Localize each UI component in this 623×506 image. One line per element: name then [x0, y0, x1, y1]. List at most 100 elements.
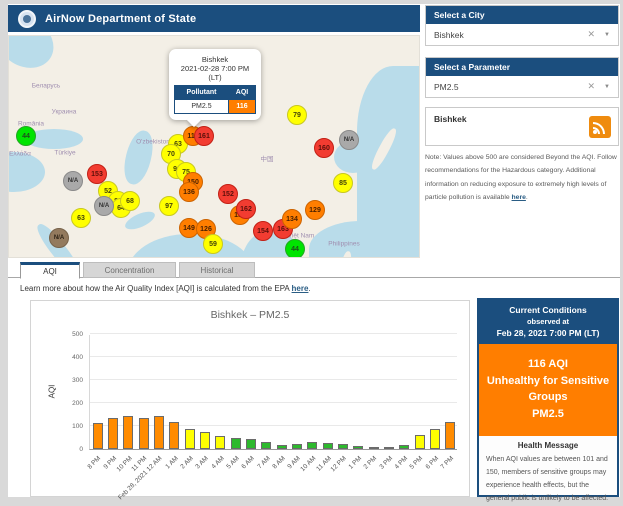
chart-x-tick-label: 6 AM: [241, 455, 256, 470]
chart-bar[interactable]: [445, 422, 455, 449]
tab-historical[interactable]: Historical: [179, 262, 255, 278]
chart-bar[interactable]: [353, 446, 363, 449]
aqi-category-line: Unhealthy for Sensitive Groups: [483, 373, 613, 406]
state-department-seal-icon: [18, 10, 36, 28]
chart-bar[interactable]: [185, 429, 195, 449]
chart-bar[interactable]: [277, 445, 287, 449]
aqi-status-badge: 116 AQI Unhealthy for Sensitive Groups P…: [479, 344, 617, 436]
aqi-marker[interactable]: 162: [236, 199, 256, 219]
map-place-label: 中国: [261, 153, 274, 163]
aqi-marker[interactable]: 152: [218, 184, 238, 204]
aqi-marker[interactable]: N/A: [94, 196, 114, 216]
parameter-select-box: Select a Parameter PM2.5 ✕ ▼: [425, 57, 619, 98]
current-conditions-header: Current Conditions observed at Feb 28, 2…: [479, 300, 617, 344]
aqi-marker[interactable]: 63: [71, 208, 91, 228]
city-select[interactable]: Bishkek ✕ ▼: [426, 24, 618, 45]
chart-bar[interactable]: [108, 418, 118, 449]
chart-x-tick-label: 5 AM: [225, 455, 240, 470]
chart-bar[interactable]: [123, 416, 133, 449]
chart-bar[interactable]: [139, 418, 149, 449]
chart-y-axis-label: AQI: [47, 385, 56, 399]
chart-bar[interactable]: [384, 447, 394, 449]
aqi-marker[interactable]: N/A: [49, 228, 69, 248]
chart-x-tick-label: 11 AM: [315, 455, 333, 473]
aqi-marker[interactable]: 44: [16, 126, 36, 146]
aqi-marker[interactable]: 129: [305, 200, 325, 220]
chart-gridline: [90, 379, 457, 380]
chart-bar[interactable]: [154, 416, 164, 449]
chart-bar[interactable]: [292, 444, 302, 449]
map-place-label: Украина: [52, 109, 77, 116]
chart-bar[interactable]: [323, 443, 333, 449]
popup-aqi-header: AQI: [229, 86, 256, 100]
chart-gridline: [90, 356, 457, 357]
chart-bar[interactable]: [415, 435, 425, 449]
chart-x-tick-label: 6 PM: [424, 455, 440, 471]
aqi-value-line: 116 AQI: [483, 356, 613, 373]
chart-x-tick-label: 3 AM: [195, 455, 210, 470]
chart-x-tick-label: 2 AM: [179, 455, 194, 470]
map-place-label: Philippines: [328, 241, 359, 248]
aqi-marker[interactable]: 79: [287, 105, 307, 125]
aqi-marker[interactable]: 161: [194, 126, 214, 146]
chart-bar[interactable]: [231, 438, 241, 449]
chart-x-tick-label: 8 AM: [271, 455, 286, 470]
health-message-section: Health Message When AQI values are betwe…: [479, 436, 617, 506]
chart-bar[interactable]: [200, 432, 210, 449]
tab-aqi[interactable]: AQI: [20, 262, 80, 279]
aqi-marker[interactable]: N/A: [339, 130, 359, 150]
note-here-link[interactable]: here: [512, 194, 526, 201]
city-clear-icon[interactable]: ✕: [588, 29, 596, 40]
city-select-header: Select a City: [426, 6, 618, 24]
rss-feed-box: Bishkek: [425, 107, 619, 146]
parameter-caret-icon[interactable]: ▼: [604, 84, 610, 90]
learn-more-suffix: .: [308, 284, 310, 293]
chart-y-tick-label: 200: [59, 400, 83, 407]
chart-bar[interactable]: [261, 442, 271, 449]
aqi-marker[interactable]: N/A: [63, 171, 83, 191]
water-baltic: [8, 35, 63, 78]
aqi-marker[interactable]: 97: [159, 196, 179, 216]
aqi-marker[interactable]: 136: [179, 182, 199, 202]
tab-concentration[interactable]: Concentration: [83, 262, 176, 278]
chart-x-tick-label: 8 PM: [87, 455, 103, 471]
chart-y-tick-label: 400: [59, 354, 83, 361]
rss-icon[interactable]: [589, 116, 611, 138]
aqi-marker[interactable]: 59: [203, 234, 223, 254]
popup-city: Bishkek: [174, 55, 256, 64]
city-caret-icon[interactable]: ▼: [604, 32, 610, 38]
aqi-marker[interactable]: 134: [282, 209, 302, 229]
map-place-label: O'zbekiston: [136, 139, 170, 146]
aqi-marker[interactable]: 44: [285, 239, 305, 258]
chart-bar[interactable]: [338, 444, 348, 449]
parameter-clear-icon[interactable]: ✕: [588, 81, 596, 92]
popup-timezone: (LT): [174, 73, 256, 82]
water-caspian: [120, 128, 158, 187]
chart-bar[interactable]: [215, 436, 225, 449]
chart-x-tick-label: 5 PM: [409, 455, 425, 471]
chart-bar[interactable]: [246, 439, 256, 449]
current-conditions-title: Current Conditions: [481, 305, 615, 315]
chart-bar[interactable]: [369, 447, 379, 449]
chart-bar[interactable]: [307, 442, 317, 449]
aqi-marker[interactable]: 85: [333, 173, 353, 193]
chart-x-tick-label: 7 AM: [256, 455, 271, 470]
parameter-select[interactable]: PM2.5 ✕ ▼: [426, 76, 618, 97]
aqi-map[interactable]: Bishkek 2021-02-28 7:00 PM (LT) Pollutan…: [8, 35, 420, 258]
popup-pollutant-value: PM2.5: [175, 100, 229, 114]
map-place-label: Ελλάδα: [9, 151, 31, 158]
chart-bar[interactable]: [399, 445, 409, 449]
chart-x-tick-label: 4 PM: [394, 455, 410, 471]
health-message-text: When AQI values are between 101 and 150,…: [486, 454, 610, 506]
learn-more-text: Learn more about how the Air Quality Ind…: [20, 284, 311, 293]
aqi-marker[interactable]: 154: [253, 221, 273, 241]
chart-y-tick-label: 500: [59, 331, 83, 338]
aqi-marker[interactable]: 160: [314, 138, 334, 158]
aqi-marker[interactable]: 68: [120, 191, 140, 211]
chart-bar[interactable]: [169, 422, 179, 449]
popup-datetime: 2021-02-28 7:00 PM: [174, 64, 256, 73]
chart-bar[interactable]: [430, 429, 440, 449]
learn-more-here-link[interactable]: here: [292, 284, 309, 293]
map-place-label: Türkiye: [54, 150, 75, 157]
chart-bar[interactable]: [93, 423, 103, 449]
